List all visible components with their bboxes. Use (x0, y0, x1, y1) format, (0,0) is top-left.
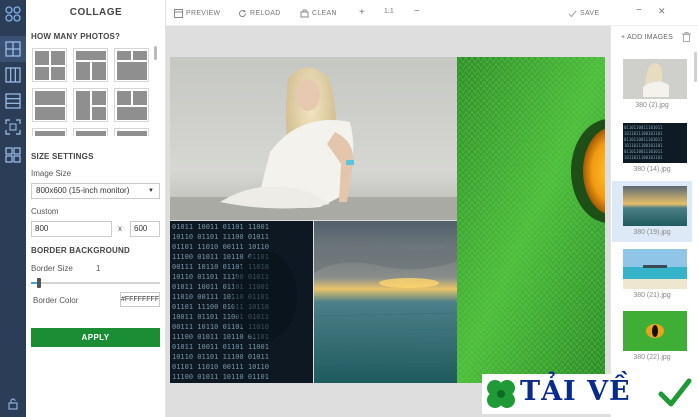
clover-icon (487, 380, 515, 408)
minimize-button[interactable]: − (636, 5, 642, 16)
app-logo-icon (0, 0, 26, 28)
layout-option[interactable] (73, 88, 108, 122)
width-input[interactable]: 800 (31, 221, 112, 237)
images-panel: + ADD IMAGES 380 (2).jpg 011011001110101… (610, 26, 698, 417)
thumb-filename: 380 (2).jpg (635, 102, 669, 109)
svg-text:1011011100101101: 1011011100101101 (624, 143, 663, 148)
columns-layout-icon[interactable] (0, 62, 26, 88)
rows-layout-icon[interactable] (0, 88, 26, 114)
zoom-actual-button[interactable]: 1:1 (384, 8, 394, 15)
image-size-value: 800x600 (15-inch monitor) (36, 186, 130, 195)
reload-button[interactable]: RELOAD (238, 0, 281, 26)
photo-binary-code[interactable]: 01011 10011 01101 11001 10110 01101 1110… (170, 221, 313, 383)
custom-label: Custom (31, 207, 59, 216)
svg-text:01011 10011 01101 11001: 01011 10011 01101 11001 (172, 343, 269, 351)
layout-option[interactable] (32, 128, 67, 136)
check-icon (568, 10, 577, 17)
big-check-icon (658, 378, 692, 407)
thumb-filename: 380 (21).jpg (633, 292, 671, 299)
svg-text:0110110011101011: 0110110011101011 (624, 137, 663, 142)
svg-text:10110 01101 11100 01011: 10110 01101 11100 01011 (172, 233, 269, 241)
svg-text:1011011100101101: 1011011100101101 (624, 131, 663, 136)
reload-icon (239, 9, 247, 17)
preview-button[interactable]: PREVIEW (174, 0, 220, 26)
unlock-icon[interactable] (0, 395, 26, 413)
border-background-heading: BORDER BACKGROUND (31, 246, 130, 255)
crop-frame-icon[interactable] (0, 114, 26, 140)
image-thumb-item[interactable]: 380 (22).jpg (612, 306, 692, 367)
reload-label: RELOAD (250, 9, 281, 17)
svg-text:0110110011101011: 0110110011101011 (624, 125, 663, 130)
svg-text:10110 01101 11100 01011: 10110 01101 11100 01011 (172, 353, 269, 361)
svg-text:01011 10011 01101 11001: 01011 10011 01101 11001 (172, 223, 269, 231)
layout-option[interactable] (32, 48, 67, 82)
svg-text:11100 01011 10110 01101: 11100 01011 10110 01101 (172, 373, 269, 381)
layout-option[interactable] (114, 48, 149, 82)
svg-text:01101 11010 00111 10110: 01101 11010 00111 10110 (172, 243, 269, 251)
clean-button[interactable]: CLEAN (300, 0, 337, 26)
border-size-label: Border Size (31, 264, 73, 273)
thumb-woman (623, 59, 687, 99)
panel-title: COLLAGE (69, 7, 123, 18)
zoom-out-button[interactable]: − (414, 6, 420, 17)
collage-grid-icon[interactable] (0, 36, 26, 62)
thumb-sunset (623, 186, 687, 226)
layout-picker (32, 48, 160, 136)
image-size-label: Image Size (31, 169, 72, 178)
thumb-beach (623, 249, 687, 289)
clean-icon (300, 9, 309, 17)
add-images-button[interactable]: + ADD IMAGES (621, 34, 673, 41)
thumb-green-eye (623, 311, 687, 351)
layout-option[interactable] (114, 88, 149, 122)
close-button[interactable]: ✕ (658, 6, 666, 17)
border-color-input[interactable]: #FFFFFFFF (120, 292, 160, 307)
clean-label: CLEAN (312, 9, 337, 17)
thumb-binary: 0110110011101011 1011011100101101 01101100… (623, 123, 687, 163)
thumb-filename: 380 (22).jpg (633, 354, 671, 361)
watermark-text: TẢI VỀ (520, 376, 631, 407)
layout-option[interactable] (114, 128, 149, 136)
save-button[interactable]: SAVE (568, 0, 599, 26)
height-input[interactable]: 600 (130, 221, 160, 237)
panel-scrollbar[interactable] (154, 46, 157, 60)
thumb-filename: 380 (14).jpg (633, 166, 671, 173)
photo-sunset-sea[interactable] (314, 221, 457, 383)
mosaic-layout-icon[interactable] (0, 142, 26, 168)
zoom-in-button[interactable]: + (359, 7, 365, 18)
border-size-value: 1 (96, 264, 101, 273)
layout-option[interactable] (73, 128, 108, 136)
preview-icon (174, 8, 183, 18)
image-thumb-item-selected[interactable]: 380 (19).jpg (612, 181, 692, 242)
border-size-slider[interactable] (31, 282, 160, 284)
image-thumb-item[interactable]: 380 (21).jpg (612, 244, 692, 305)
images-scrollbar[interactable] (694, 52, 697, 82)
tool-rail (0, 0, 26, 417)
thumb-filename: 380 (19).jpg (633, 229, 671, 236)
layout-option[interactable] (73, 48, 108, 82)
top-toolbar: PREVIEW RELOAD CLEAN + 1:1 − SAVE − ✕ (166, 0, 698, 26)
border-color-label: Border Color (33, 296, 79, 305)
how-many-photos-heading: HOW MANY PHOTOS? (31, 32, 121, 41)
caret-down-icon: ▼ (148, 188, 154, 194)
save-label: SAVE (580, 9, 600, 17)
svg-text:01101 11010 00111 10110: 01101 11010 00111 10110 (172, 363, 269, 371)
image-size-select[interactable]: 800x600 (15-inch monitor) ▼ (31, 183, 160, 199)
photo-green-eye[interactable] (457, 57, 605, 383)
layout-option[interactable] (32, 88, 67, 122)
image-thumb-item[interactable]: 0110110011101011 1011011100101101 01101100… (612, 118, 692, 179)
trash-icon[interactable] (682, 32, 691, 44)
times-symbol: x (118, 224, 122, 233)
svg-text:0110110011101011: 0110110011101011 (624, 149, 663, 154)
watermark: TẢI VỀ (482, 374, 696, 414)
preview-label: PREVIEW (186, 9, 221, 17)
apply-button[interactable]: APPLY (31, 328, 160, 347)
settings-panel: COLLAGE HOW MANY PHOTOS? SIZE SETTINGS I… (26, 0, 166, 417)
svg-text:1011011100101101: 1011011100101101 (624, 155, 663, 160)
photo-woman[interactable] (170, 57, 457, 220)
size-settings-heading: SIZE SETTINGS (31, 152, 94, 161)
image-thumb-item[interactable]: 380 (2).jpg (612, 54, 692, 115)
slider-thumb[interactable] (37, 278, 41, 288)
